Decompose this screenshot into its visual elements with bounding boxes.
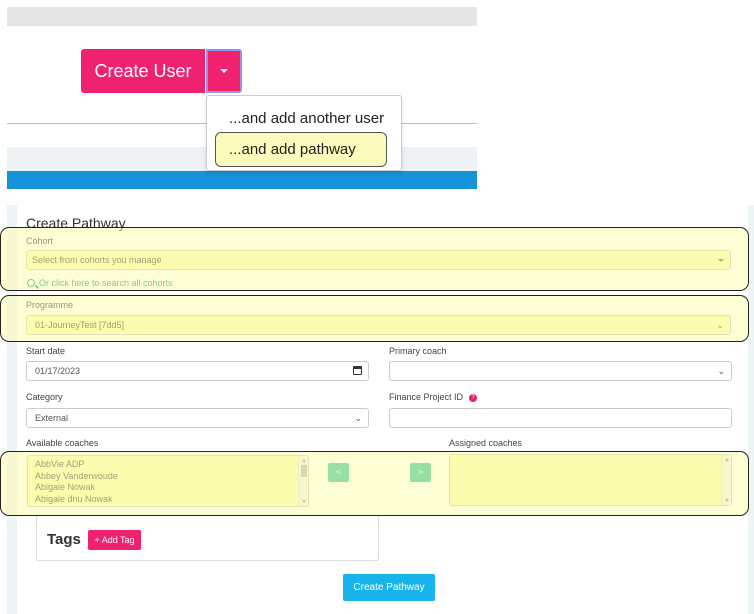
create-user-dropdown-menu: ...and add another user ...and add pathw… [206,95,402,171]
chevron-down-icon: ⌄ [354,413,362,423]
create-user-panel: Create User ...and add another user ...a… [7,7,477,189]
cohort-select[interactable]: Select from cohorts you manage [26,250,731,270]
create-pathway-button[interactable]: Create Pathway [343,574,435,601]
finance-project-id-input[interactable] [389,408,732,428]
move-right-button[interactable]: > [410,463,431,482]
coach-option[interactable]: Abigale dnu Nowak [28,494,308,506]
category-value: External [35,413,69,423]
caret-down-icon [718,259,724,262]
create-user-button[interactable]: Create User [81,49,205,93]
create-pathway-panel: Create Pathway Cohort Select from cohort… [7,205,754,614]
top-bar [7,7,477,26]
tags-heading: Tags [47,531,81,548]
cohort-placeholder: Select from cohorts you manage [32,255,162,265]
coach-option[interactable]: AbbVie ADP [28,459,308,471]
coach-option[interactable]: Abbey Vanderwoude [28,471,308,483]
scroll-up-arrow-icon[interactable] [302,459,306,462]
chevron-down-icon: ⌄ [716,320,724,330]
calendar-icon[interactable] [353,366,362,375]
finance-project-id-label-text: Finance Project ID [389,392,464,402]
search-all-cohorts-link[interactable]: Or click here to search all cohorts [27,278,173,288]
create-user-split-button: Create User [81,49,242,93]
category-label: Category [26,392,63,402]
assigned-coaches-list[interactable] [449,454,732,506]
scroll-down-arrow-icon[interactable] [725,499,729,502]
tags-box: Tags + Add Tag [36,515,379,561]
programme-select[interactable]: 01-JourneyTest [7dd5] ⌄ [26,315,731,335]
search-icon [27,279,35,287]
divider [401,123,477,124]
chevron-down-icon: ⌄ [717,366,725,376]
menu-item-add-pathway[interactable]: ...and add pathway [215,132,387,167]
add-tag-button[interactable]: + Add Tag [88,530,141,550]
available-coaches-list[interactable]: AbbVie ADP Abbey Vanderwoude Abigale Now… [27,455,309,507]
scroll-up-arrow-icon[interactable] [725,458,729,461]
search-link-text: Or click here to search all cohorts [39,278,173,288]
dropdown-toggle-button[interactable] [206,49,242,93]
finance-project-id-label: Finance Project ID? [389,392,478,402]
cohort-label: Cohort [26,236,54,246]
primary-coach-select[interactable]: ⌄ [389,361,732,381]
scrollbar[interactable] [721,455,731,505]
scroll-thumb[interactable] [301,465,307,477]
question-circle-icon[interactable]: ? [469,393,478,402]
blue-band [7,171,477,189]
assigned-coaches-label: Assigned coaches [449,438,523,448]
move-left-button[interactable]: < [328,463,349,482]
coach-option[interactable]: Abigale Nowak [28,482,308,494]
available-coaches-label: Available coaches [26,438,99,448]
start-date-label: Start date [26,346,66,356]
start-date-input[interactable]: 01/17/2023 [26,361,369,381]
programme-value: 01-JourneyTest [7dd5] [35,320,125,330]
form-title: Create Pathway [26,215,126,231]
divider [7,123,206,124]
menu-item-add-another-user[interactable]: ...and add another user [207,110,401,127]
programme-label: Programme [26,300,74,310]
create-pathway-form: Create Pathway Cohort Select from cohort… [17,205,748,614]
caret-down-icon [220,69,228,73]
scrollbar[interactable] [298,456,308,506]
scroll-down-arrow-icon[interactable] [302,500,306,503]
category-select[interactable]: External ⌄ [26,408,369,428]
primary-coach-label: Primary coach [389,346,447,356]
start-date-value: 01/17/2023 [35,366,81,376]
